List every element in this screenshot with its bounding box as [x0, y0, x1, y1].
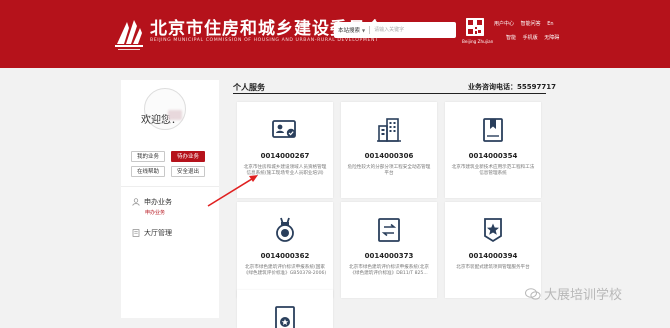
site-subtitle: BEIJING MUNICIPAL COMMISSION OF HOUSING …: [150, 38, 379, 43]
menu-item-apply-label: 申办业务: [144, 198, 172, 206]
user-name-redacted: [168, 110, 182, 120]
online-help-button[interactable]: 在线帮助: [131, 166, 165, 177]
watermark-text: 大展培训学校: [544, 288, 623, 303]
service-code: 0014000267: [260, 152, 310, 160]
logout-button[interactable]: 安全退出: [171, 166, 205, 177]
service-card[interactable]: 0014000354 北京市建筑业新技术应用示范工程和工法信息管理系统: [445, 102, 541, 198]
service-desc: 北京市绿色建筑评价标识申报系统(北京《绿色建筑评价标准》DB11/T 825..…: [349, 265, 429, 277]
search-scope-select[interactable]: 本站搜索 ▼: [334, 26, 371, 34]
service-code: 0014000362: [260, 252, 310, 260]
qr-code-icon[interactable]: [466, 18, 484, 36]
link-accessibility[interactable]: 无障碍: [544, 35, 559, 41]
divider: [121, 186, 219, 187]
wechat-icon: [525, 287, 541, 300]
menu-item-apply[interactable]: 申办业务: [132, 197, 172, 207]
service-card[interactable]: 0014000267 北京市住房和城乡建设领域人员资格管理信息系统(施工现场专业…: [237, 102, 333, 198]
building-icon: [377, 118, 401, 142]
service-card[interactable]: 0014000362 北京市绿色建筑评价标识申报系统(国家《绿色建筑评价标准》G…: [237, 202, 333, 298]
menu-item-hall-label: 大厅管理: [144, 229, 172, 237]
link-mobile[interactable]: 手机版: [523, 35, 538, 41]
service-card[interactable]: 0014000306 危险性较大的分部分项工程安全动态管理平台: [341, 102, 437, 198]
section-title: 个人服务: [233, 83, 265, 92]
service-card[interactable]: 0014000373 北京市绿色建筑评价标识申报系统(北京《绿色建筑评价标准》D…: [341, 202, 437, 298]
link-smart[interactable]: 智能: [506, 35, 516, 41]
service-desc: 北京市建筑业新技术应用示范工程和工法信息管理系统: [451, 165, 535, 177]
site-header: 北京市住房和城乡建设委员会 BEIJING MUNICIPAL COMMISSI…: [0, 0, 670, 68]
my-business-button[interactable]: 我的业务: [131, 151, 165, 162]
link-user-center[interactable]: 用户中心: [494, 21, 514, 27]
user-icon: [132, 198, 140, 206]
link-smart-qa[interactable]: 智能问答: [521, 21, 541, 27]
service-code: 0014000306: [364, 152, 414, 160]
document-icon: [132, 229, 140, 237]
search-scope-value: 本站搜索: [338, 28, 361, 34]
search-bar: 本站搜索 ▼: [334, 22, 456, 38]
top-links: 用户中心 智能问答 En: [494, 20, 559, 27]
service-card[interactable]: [237, 290, 333, 328]
document-star-icon: [275, 306, 295, 328]
search-input[interactable]: [370, 23, 456, 37]
service-desc: 危险性较大的分部分项工程安全动态管理平台: [347, 165, 431, 177]
medal-icon: [276, 217, 294, 242]
menu-item-hall[interactable]: 大厅管理: [132, 228, 172, 238]
heading-divider: [233, 93, 546, 94]
top-links-secondary: 智能 手机版 无障碍: [506, 34, 564, 41]
watermark: 大展培训学校: [525, 284, 622, 303]
chevron-down-icon: ▼: [362, 27, 366, 33]
hotline: 业务咨询电话：55597717: [468, 83, 556, 91]
id-card-check-icon: [272, 120, 296, 138]
pending-business-button[interactable]: 待办业务: [171, 151, 205, 162]
link-english[interactable]: En: [547, 21, 553, 27]
service-code: 0014000373: [364, 252, 414, 260]
service-desc: 北京市装配式建筑项目管理服务平台: [456, 265, 530, 270]
service-code: 0014000394: [468, 252, 518, 260]
service-desc: 北京市绿色建筑评价标识申报系统(国家《绿色建筑评价标准》GB50378-2006…: [243, 265, 327, 277]
exchange-document-icon: [378, 218, 400, 242]
star-badge-icon: [484, 218, 502, 243]
service-desc: 北京市住房和城乡建设领域人员资格管理信息系统(施工现场专业人员职业培训): [243, 165, 327, 177]
commission-logo-icon: [115, 20, 143, 50]
bookmark-book-icon: [483, 118, 503, 142]
service-code: 0014000354: [468, 152, 518, 160]
menu-sub-apply[interactable]: 申办业务: [145, 209, 165, 216]
qr-label: Beijing Zhujian: [462, 39, 494, 44]
